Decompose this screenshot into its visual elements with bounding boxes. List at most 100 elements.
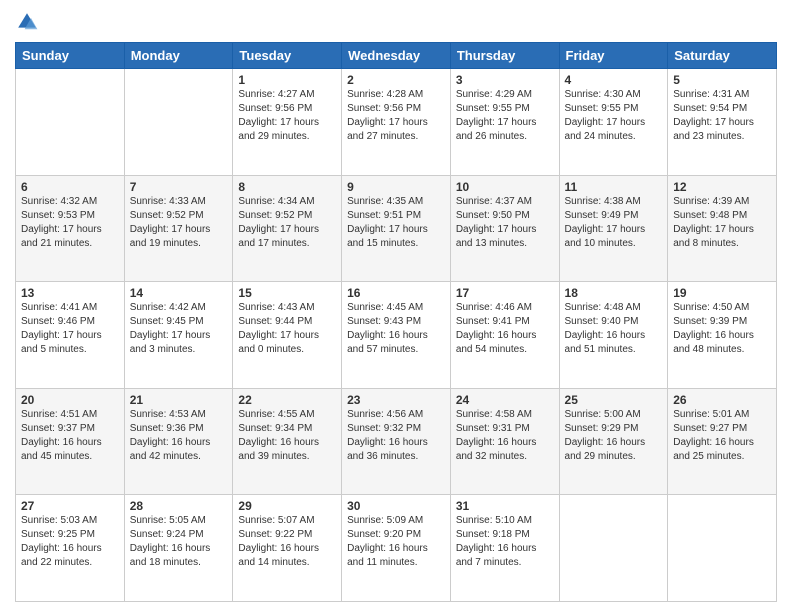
calendar-cell: 9Sunrise: 4:35 AMSunset: 9:51 PMDaylight… xyxy=(342,175,451,282)
day-number: 20 xyxy=(21,393,119,407)
calendar-cell: 28Sunrise: 5:05 AMSunset: 9:24 PMDayligh… xyxy=(124,495,233,602)
day-info: Sunrise: 5:01 AMSunset: 9:27 PMDaylight:… xyxy=(673,408,771,464)
day-info: Sunrise: 4:34 AMSunset: 9:52 PMDaylight:… xyxy=(238,195,336,251)
col-header-wednesday: Wednesday xyxy=(342,43,451,69)
day-number: 30 xyxy=(347,499,445,513)
calendar-cell: 20Sunrise: 4:51 AMSunset: 9:37 PMDayligh… xyxy=(16,388,125,495)
day-info: Sunrise: 4:27 AMSunset: 9:56 PMDaylight:… xyxy=(238,88,336,144)
calendar-cell: 2Sunrise: 4:28 AMSunset: 9:56 PMDaylight… xyxy=(342,69,451,176)
day-info: Sunrise: 5:10 AMSunset: 9:18 PMDaylight:… xyxy=(456,514,554,570)
col-header-sunday: Sunday xyxy=(16,43,125,69)
calendar-cell: 3Sunrise: 4:29 AMSunset: 9:55 PMDaylight… xyxy=(450,69,559,176)
day-info: Sunrise: 5:09 AMSunset: 9:20 PMDaylight:… xyxy=(347,514,445,570)
day-number: 4 xyxy=(565,73,663,87)
day-number: 28 xyxy=(130,499,228,513)
calendar-cell: 8Sunrise: 4:34 AMSunset: 9:52 PMDaylight… xyxy=(233,175,342,282)
calendar-cell: 26Sunrise: 5:01 AMSunset: 9:27 PMDayligh… xyxy=(668,388,777,495)
calendar-cell: 29Sunrise: 5:07 AMSunset: 9:22 PMDayligh… xyxy=(233,495,342,602)
calendar-cell: 15Sunrise: 4:43 AMSunset: 9:44 PMDayligh… xyxy=(233,282,342,389)
calendar-cell: 16Sunrise: 4:45 AMSunset: 9:43 PMDayligh… xyxy=(342,282,451,389)
day-number: 24 xyxy=(456,393,554,407)
calendar-cell: 12Sunrise: 4:39 AMSunset: 9:48 PMDayligh… xyxy=(668,175,777,282)
day-info: Sunrise: 5:07 AMSunset: 9:22 PMDaylight:… xyxy=(238,514,336,570)
day-info: Sunrise: 5:00 AMSunset: 9:29 PMDaylight:… xyxy=(565,408,663,464)
calendar-cell xyxy=(668,495,777,602)
day-number: 13 xyxy=(21,286,119,300)
calendar-cell: 14Sunrise: 4:42 AMSunset: 9:45 PMDayligh… xyxy=(124,282,233,389)
day-number: 8 xyxy=(238,180,336,194)
calendar-cell: 13Sunrise: 4:41 AMSunset: 9:46 PMDayligh… xyxy=(16,282,125,389)
day-number: 11 xyxy=(565,180,663,194)
day-info: Sunrise: 4:42 AMSunset: 9:45 PMDaylight:… xyxy=(130,301,228,357)
calendar-cell xyxy=(559,495,668,602)
col-header-tuesday: Tuesday xyxy=(233,43,342,69)
day-info: Sunrise: 4:53 AMSunset: 9:36 PMDaylight:… xyxy=(130,408,228,464)
day-info: Sunrise: 4:30 AMSunset: 9:55 PMDaylight:… xyxy=(565,88,663,144)
day-number: 5 xyxy=(673,73,771,87)
day-number: 26 xyxy=(673,393,771,407)
logo xyxy=(15,10,43,34)
calendar-cell: 17Sunrise: 4:46 AMSunset: 9:41 PMDayligh… xyxy=(450,282,559,389)
day-info: Sunrise: 4:35 AMSunset: 9:51 PMDaylight:… xyxy=(347,195,445,251)
day-number: 22 xyxy=(238,393,336,407)
day-info: Sunrise: 4:58 AMSunset: 9:31 PMDaylight:… xyxy=(456,408,554,464)
calendar-cell: 4Sunrise: 4:30 AMSunset: 9:55 PMDaylight… xyxy=(559,69,668,176)
day-number: 2 xyxy=(347,73,445,87)
calendar-cell: 24Sunrise: 4:58 AMSunset: 9:31 PMDayligh… xyxy=(450,388,559,495)
calendar-cell: 7Sunrise: 4:33 AMSunset: 9:52 PMDaylight… xyxy=(124,175,233,282)
day-number: 1 xyxy=(238,73,336,87)
calendar-cell: 25Sunrise: 5:00 AMSunset: 9:29 PMDayligh… xyxy=(559,388,668,495)
calendar-cell: 21Sunrise: 4:53 AMSunset: 9:36 PMDayligh… xyxy=(124,388,233,495)
day-number: 27 xyxy=(21,499,119,513)
calendar-cell xyxy=(124,69,233,176)
day-number: 9 xyxy=(347,180,445,194)
header xyxy=(15,10,777,34)
page: SundayMondayTuesdayWednesdayThursdayFrid… xyxy=(0,0,792,612)
day-number: 21 xyxy=(130,393,228,407)
day-number: 12 xyxy=(673,180,771,194)
day-info: Sunrise: 4:28 AMSunset: 9:56 PMDaylight:… xyxy=(347,88,445,144)
calendar-cell: 30Sunrise: 5:09 AMSunset: 9:20 PMDayligh… xyxy=(342,495,451,602)
day-info: Sunrise: 4:56 AMSunset: 9:32 PMDaylight:… xyxy=(347,408,445,464)
calendar-cell: 11Sunrise: 4:38 AMSunset: 9:49 PMDayligh… xyxy=(559,175,668,282)
day-number: 23 xyxy=(347,393,445,407)
day-number: 14 xyxy=(130,286,228,300)
day-info: Sunrise: 4:55 AMSunset: 9:34 PMDaylight:… xyxy=(238,408,336,464)
day-info: Sunrise: 4:31 AMSunset: 9:54 PMDaylight:… xyxy=(673,88,771,144)
day-number: 3 xyxy=(456,73,554,87)
calendar-table: SundayMondayTuesdayWednesdayThursdayFrid… xyxy=(15,42,777,602)
day-number: 10 xyxy=(456,180,554,194)
day-info: Sunrise: 4:50 AMSunset: 9:39 PMDaylight:… xyxy=(673,301,771,357)
calendar-cell xyxy=(16,69,125,176)
day-info: Sunrise: 4:43 AMSunset: 9:44 PMDaylight:… xyxy=(238,301,336,357)
calendar-cell: 27Sunrise: 5:03 AMSunset: 9:25 PMDayligh… xyxy=(16,495,125,602)
calendar-cell: 22Sunrise: 4:55 AMSunset: 9:34 PMDayligh… xyxy=(233,388,342,495)
day-info: Sunrise: 5:05 AMSunset: 9:24 PMDaylight:… xyxy=(130,514,228,570)
day-info: Sunrise: 4:39 AMSunset: 9:48 PMDaylight:… xyxy=(673,195,771,251)
day-info: Sunrise: 4:38 AMSunset: 9:49 PMDaylight:… xyxy=(565,195,663,251)
calendar-cell: 6Sunrise: 4:32 AMSunset: 9:53 PMDaylight… xyxy=(16,175,125,282)
day-info: Sunrise: 4:29 AMSunset: 9:55 PMDaylight:… xyxy=(456,88,554,144)
col-header-monday: Monday xyxy=(124,43,233,69)
day-info: Sunrise: 4:51 AMSunset: 9:37 PMDaylight:… xyxy=(21,408,119,464)
day-info: Sunrise: 4:33 AMSunset: 9:52 PMDaylight:… xyxy=(130,195,228,251)
day-number: 15 xyxy=(238,286,336,300)
day-info: Sunrise: 4:48 AMSunset: 9:40 PMDaylight:… xyxy=(565,301,663,357)
col-header-friday: Friday xyxy=(559,43,668,69)
day-number: 17 xyxy=(456,286,554,300)
calendar-cell: 10Sunrise: 4:37 AMSunset: 9:50 PMDayligh… xyxy=(450,175,559,282)
day-info: Sunrise: 4:32 AMSunset: 9:53 PMDaylight:… xyxy=(21,195,119,251)
day-info: Sunrise: 5:03 AMSunset: 9:25 PMDaylight:… xyxy=(21,514,119,570)
calendar-cell: 31Sunrise: 5:10 AMSunset: 9:18 PMDayligh… xyxy=(450,495,559,602)
day-number: 16 xyxy=(347,286,445,300)
day-info: Sunrise: 4:46 AMSunset: 9:41 PMDaylight:… xyxy=(456,301,554,357)
day-number: 18 xyxy=(565,286,663,300)
calendar-cell: 1Sunrise: 4:27 AMSunset: 9:56 PMDaylight… xyxy=(233,69,342,176)
day-number: 19 xyxy=(673,286,771,300)
day-number: 6 xyxy=(21,180,119,194)
calendar-cell: 18Sunrise: 4:48 AMSunset: 9:40 PMDayligh… xyxy=(559,282,668,389)
col-header-thursday: Thursday xyxy=(450,43,559,69)
day-number: 31 xyxy=(456,499,554,513)
day-info: Sunrise: 4:41 AMSunset: 9:46 PMDaylight:… xyxy=(21,301,119,357)
calendar-cell: 23Sunrise: 4:56 AMSunset: 9:32 PMDayligh… xyxy=(342,388,451,495)
